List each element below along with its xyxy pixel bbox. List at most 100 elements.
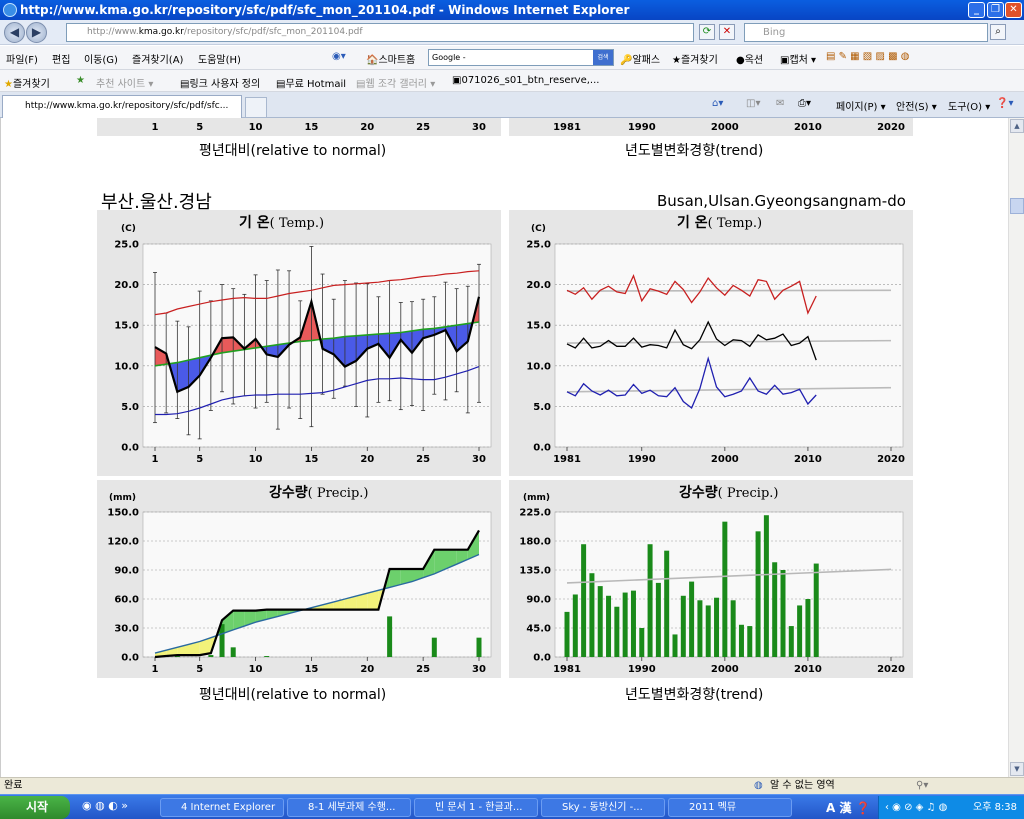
safety-menu[interactable]: 안전(S) ▾ xyxy=(896,98,937,113)
back-button[interactable]: ◀ xyxy=(4,22,25,43)
feeds-icon[interactable]: ◫▾ xyxy=(746,98,760,109)
yearly-precip-bar xyxy=(581,544,587,657)
browser-tools-icon[interactable]: ◉▾ xyxy=(332,51,346,62)
toolbar-favorites-button[interactable]: ★즐겨찾기 xyxy=(672,51,718,66)
precip-normal-chart: 0.030.060.090.0120.0150.01 5 10 15 20 25 30 xyxy=(107,508,492,675)
tab-bar: http://www.kma.go.kr/repository/sfc/pdf/… xyxy=(0,92,1024,118)
y-tick-label: 5.0 xyxy=(121,402,139,413)
google-search-button[interactable]: 검색 xyxy=(593,50,613,65)
prev-x-tick-label: 5 xyxy=(196,122,203,133)
x-tick-label: 1981 xyxy=(553,664,581,675)
temp-trend-chart: 0.0 5.0 10.0 15.0 20.0 25.0 1981 1990 2000 2010 20… xyxy=(526,240,905,466)
task-music-label: Sky - 동방신기 -... xyxy=(562,802,643,813)
y-tick-label: 150.0 xyxy=(107,508,139,519)
precip-trend-chart: 0.0 45.0 90.0 135.0 180.0 225.0 1981 1990 2000 20… xyxy=(519,508,905,676)
yearly-precip-bar xyxy=(780,570,786,657)
fav-suggested-sites[interactable]: 추천 사이트 ▾ xyxy=(96,75,153,90)
x-tick-label: 2020 xyxy=(877,664,905,675)
menu-file[interactable]: 파일(F) xyxy=(6,51,38,66)
y-tick-label: 30.0 xyxy=(114,624,139,635)
x-tick-label: 10 xyxy=(249,454,263,465)
x-tick-label: 30 xyxy=(472,454,486,465)
search-icon[interactable]: ⌕ xyxy=(990,24,1006,40)
scroll-down-icon[interactable]: ▼ xyxy=(1010,762,1024,776)
auction-button[interactable]: ●옥션 xyxy=(736,51,763,66)
yearly-precip-bar xyxy=(589,573,595,657)
prev-x-tick-label: 1981 xyxy=(553,122,581,133)
print-icon[interactable]: ⎙▾ xyxy=(798,98,811,109)
prev-x-tick-label: 2020 xyxy=(877,122,905,133)
fav-reserve-label: 071026_s01_btn_reserve,... xyxy=(461,75,600,86)
scroll-up-icon[interactable]: ▲ xyxy=(1010,119,1024,133)
close-button[interactable]: ✕ xyxy=(1005,2,1022,18)
fav-web-slice-label: 웹 조각 갤러리 ▾ xyxy=(365,79,436,90)
prev-x-tick-label: 30 xyxy=(472,122,486,133)
restore-button[interactable]: ❐ xyxy=(987,2,1004,18)
mail-icon[interactable]: ✉ xyxy=(776,98,784,109)
task-internet-explorer[interactable]: 4 Internet Explorer xyxy=(160,798,284,817)
y-tick-label: 90.0 xyxy=(114,566,139,577)
scroll-thumb[interactable] xyxy=(1010,198,1024,214)
fav-web-slice-gallery[interactable]: ▤웹 조각 갤러리 ▾ xyxy=(356,75,435,90)
zoom-icon[interactable]: ⚲▾ xyxy=(916,778,928,794)
window-title: http://www.kma.go.kr/repository/sfc/pdf/… xyxy=(20,3,630,17)
google-search-input[interactable]: Google - 검색 xyxy=(428,49,614,66)
new-tab-button[interactable] xyxy=(245,97,267,118)
task-hwp[interactable]: 빈 문서 1 - 한글과... xyxy=(414,798,538,817)
task-report[interactable]: 8-1 세부과제 수행... xyxy=(287,798,411,817)
start-button[interactable]: 시작 xyxy=(0,796,70,819)
plot-area xyxy=(554,243,904,448)
clock: 오후 8:38 xyxy=(973,802,1018,813)
yearly-precip-bar xyxy=(714,597,720,657)
fav-hotmail-label: 무료 Hotmail xyxy=(285,79,347,90)
address-field[interactable]: http://www.kma.go.kr/repository/sfc/pdf/… xyxy=(66,23,694,42)
fav-reserve-link[interactable]: ▣071026_s01_btn_reserve,... xyxy=(452,75,599,86)
y-tick-label: 10.0 xyxy=(526,361,551,372)
capture-button[interactable]: ▣캡처 ▾ xyxy=(780,51,816,66)
y-tick-label: 45.0 xyxy=(526,624,551,635)
vertical-scrollbar[interactable]: ▲ ▼ xyxy=(1008,118,1024,777)
menu-favorites[interactable]: 즐겨찾기(A) xyxy=(132,51,183,66)
forward-button[interactable]: ▶ xyxy=(26,22,47,43)
x-tick-label: 10 xyxy=(249,664,263,675)
favorites-button[interactable]: ★즐겨찾기 xyxy=(4,75,50,90)
fav-customize-links[interactable]: ▤링크 사용자 정의 xyxy=(180,75,260,90)
y-tick-label: 0.0 xyxy=(533,653,551,664)
help-icon[interactable]: ❓▾ xyxy=(996,98,1013,109)
y-tick-label: 15.0 xyxy=(526,321,551,332)
refresh-button[interactable]: ⟳ xyxy=(699,24,715,40)
task-music[interactable]: Sky - 동방신기 -... xyxy=(541,798,665,817)
yearly-precip-bar xyxy=(697,600,703,657)
fav-hotmail[interactable]: ▤무료 Hotmail xyxy=(276,75,346,90)
y-tick-label: 0.0 xyxy=(121,653,139,664)
home-icon[interactable]: ⌂▾ xyxy=(712,98,723,109)
tray-icons[interactable]: ‹ ◉ ⊘ ◈ ♫ ◍ xyxy=(885,796,947,819)
menu-go[interactable]: 이동(G) xyxy=(84,51,118,66)
task-folder[interactable]: 2011 멕뮤 xyxy=(668,798,792,817)
x-tick-label: 1990 xyxy=(628,454,656,465)
pdf-viewer: 1 5 10 15 20 25 30 1981 1990 2000 2010 2020 평년대비(r… xyxy=(0,118,1008,777)
smart-home-button[interactable]: 🏠스마트홈 xyxy=(366,51,415,66)
prev-x-tick-label: 10 xyxy=(249,122,263,133)
search-input[interactable]: Bing xyxy=(744,23,988,42)
prev-panel-left: 1 5 10 15 20 25 30 xyxy=(97,118,501,136)
y-tick-label: 5.0 xyxy=(533,402,551,413)
menu-edit[interactable]: 편집 xyxy=(52,51,70,66)
favorites-label: 즐겨찾기 xyxy=(12,79,50,90)
quick-launch-icons[interactable]: ◉ ◍ ◐ » xyxy=(82,799,128,812)
yearly-precip-bar xyxy=(672,634,678,657)
page-menu[interactable]: 페이지(P) ▾ xyxy=(836,98,886,113)
tools-menu[interactable]: 도구(O) ▾ xyxy=(948,98,990,113)
daily-precip-bar xyxy=(431,637,437,657)
minimize-button[interactable]: _ xyxy=(968,2,985,18)
daily-precip-bar xyxy=(476,637,482,657)
stop-button[interactable]: ✕ xyxy=(719,24,735,40)
add-favorite-icon[interactable]: ★ xyxy=(76,75,85,86)
tab-current[interactable]: http://www.kma.go.kr/repository/sfc/pdf/… xyxy=(2,95,242,118)
menu-help[interactable]: 도움말(H) xyxy=(198,51,241,66)
ime-icon[interactable]: A 漢 ❓ xyxy=(826,799,871,816)
plot-area xyxy=(142,511,492,658)
precip-trend-panel: 강수량( Precip.) (mm) 0.0 45.0 90.0 135.0 180.0… xyxy=(509,480,913,678)
alpass-button[interactable]: 🔑알패스 xyxy=(620,51,660,66)
toolbar-icons[interactable]: ▤ ✎ ▦ ▧ ▨ ▩ ◍ xyxy=(826,51,909,62)
